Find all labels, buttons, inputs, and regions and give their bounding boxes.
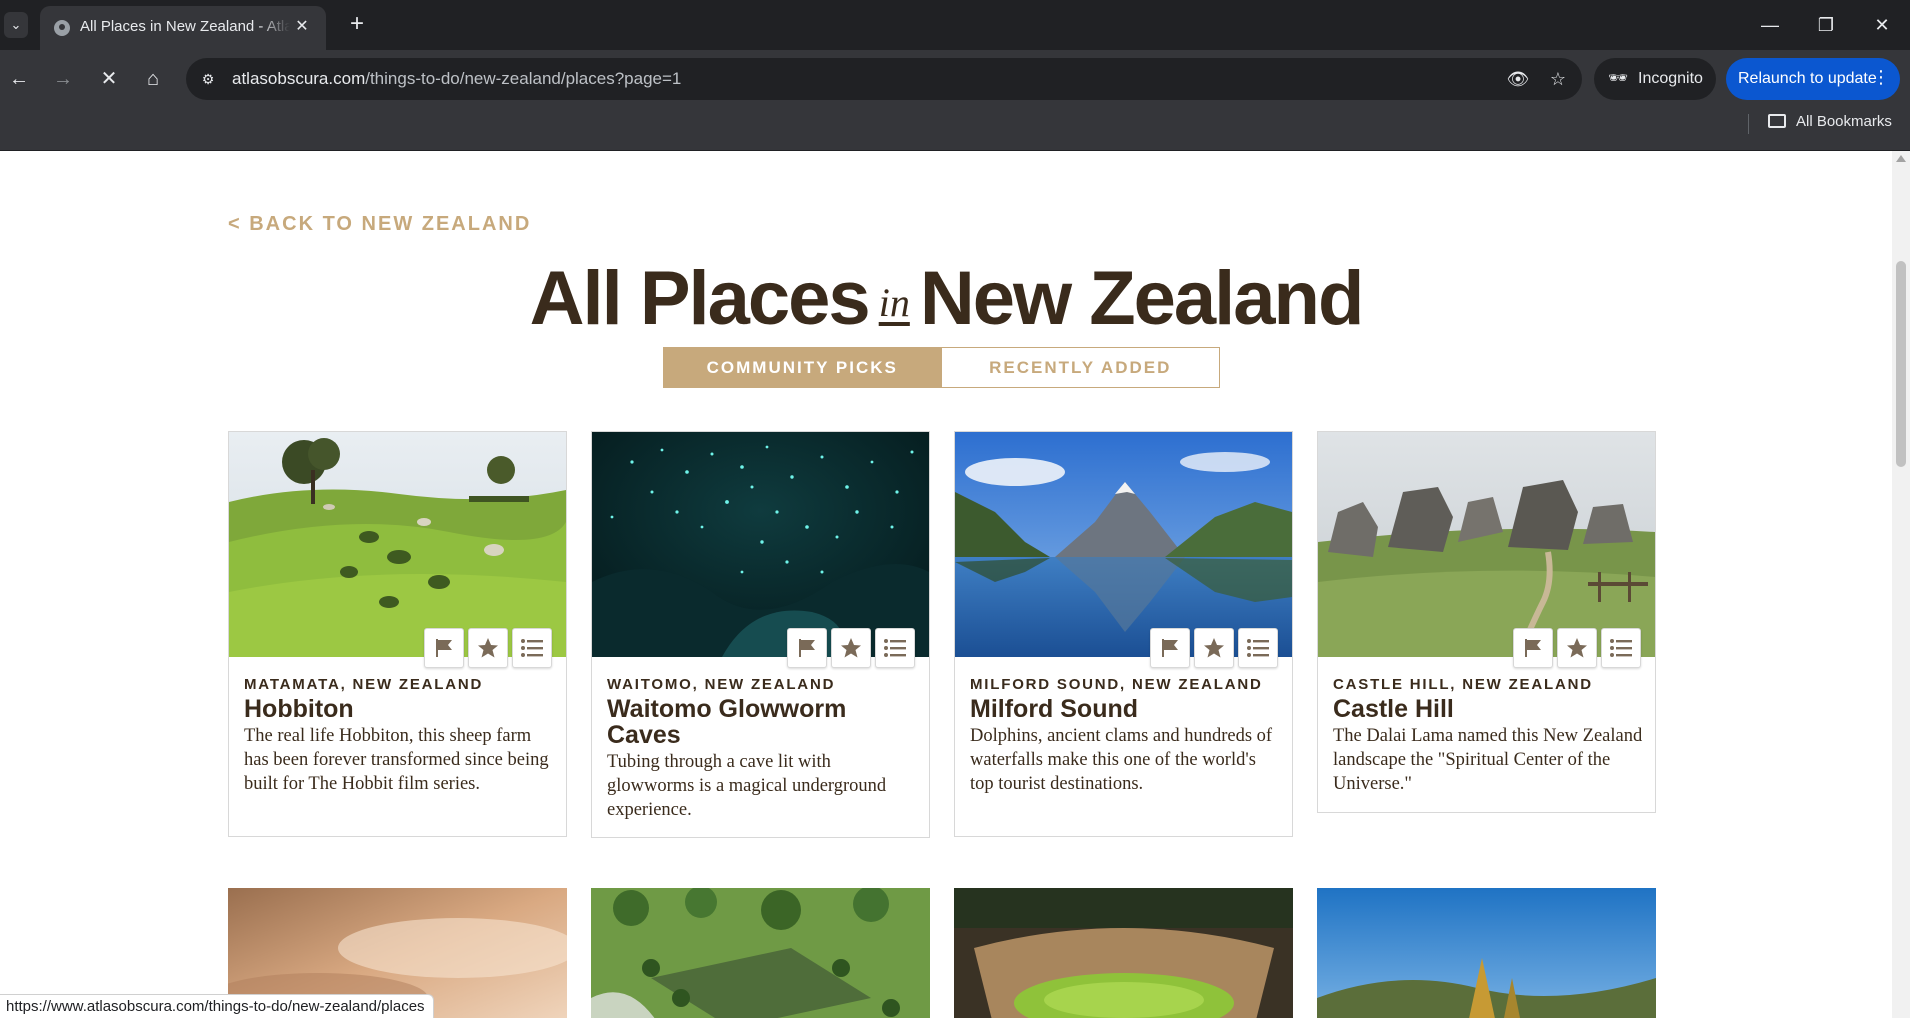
browser-tab[interactable]: All Places in New Zealand - Atlas Obscur…	[40, 6, 326, 50]
folder-icon	[1768, 114, 1786, 128]
title-part-1: All Places	[529, 256, 871, 341]
incognito-label: Incognito	[1638, 70, 1703, 87]
list-icon[interactable]	[1601, 628, 1641, 668]
tab-search-chevron-icon[interactable]: ⌄	[4, 12, 28, 38]
list-icon[interactable]	[1238, 628, 1278, 668]
place-description: Dolphins, ancient clams and hundreds of …	[970, 726, 1273, 794]
relaunch-to-update-button[interactable]: Relaunch to update ⋮	[1726, 58, 1900, 100]
place-image-hobbiton[interactable]	[229, 432, 566, 657]
relaunch-label: Relaunch to update	[1738, 70, 1877, 87]
favicon-icon	[54, 20, 70, 36]
flag-icon[interactable]	[787, 628, 827, 668]
list-icon[interactable]	[875, 628, 915, 668]
url-text[interactable]: atlasobscura.com/things-to-do/new-zealan…	[232, 69, 681, 89]
place-card-image-row2-4[interactable]	[1317, 888, 1656, 1018]
place-card-image-row2-3[interactable]	[954, 888, 1293, 1018]
place-image-castle-hill[interactable]	[1318, 432, 1655, 657]
flag-icon[interactable]	[1150, 628, 1190, 668]
place-location: CASTLE HILL, NEW ZEALAND	[1333, 676, 1593, 693]
bookmarks-divider	[1748, 114, 1749, 134]
bookmarks-bar: All Bookmarks	[0, 108, 1910, 151]
back-to-new-zealand-link[interactable]: < BACK TO NEW ZEALAND	[228, 213, 531, 236]
scroll-up-icon[interactable]	[1896, 155, 1906, 162]
flag-icon[interactable]	[1513, 628, 1553, 668]
place-name[interactable]: Milford Sound	[970, 696, 1280, 722]
stop-loading-icon[interactable]: ✕	[94, 64, 124, 94]
place-description: The Dalai Lama named this New Zealand la…	[1333, 726, 1643, 794]
incognito-indicator[interactable]: 🕶 Incognito	[1594, 58, 1716, 100]
card-actions	[424, 628, 552, 668]
star-icon[interactable]	[1194, 628, 1234, 668]
window-close-icon[interactable]: ✕	[1862, 10, 1902, 40]
star-icon[interactable]	[831, 628, 871, 668]
place-card-hobbiton[interactable]: MATAMATA, NEW ZEALAND Hobbiton The real …	[228, 431, 567, 837]
page-title: All Places in New Zealand	[0, 255, 1892, 342]
place-card-castle-hill[interactable]: CASTLE HILL, NEW ZEALAND Castle Hill The…	[1317, 431, 1656, 813]
eye-slash-icon[interactable]: 👁	[1506, 67, 1530, 91]
incognito-icon: 🕶	[1608, 70, 1629, 87]
url-host: atlasobscura.com	[232, 69, 366, 88]
place-image-waitomo[interactable]	[592, 432, 929, 657]
place-location: MATAMATA, NEW ZEALAND	[244, 676, 484, 693]
star-icon[interactable]	[468, 628, 508, 668]
browser-toolbar: ← → ✕ ⌂ ⚙ atlasobscura.com/things-to-do/…	[0, 50, 1910, 108]
tab-recently-added[interactable]: RECENTLY ADDED	[941, 347, 1220, 388]
tab-community-picks[interactable]: COMMUNITY PICKS	[663, 347, 942, 388]
tab-close-icon[interactable]: ✕	[292, 17, 312, 37]
new-tab-plus-icon[interactable]: +	[344, 12, 370, 38]
place-location: WAITOMO, NEW ZEALAND	[607, 676, 836, 693]
card-actions	[787, 628, 915, 668]
all-bookmarks-label: All Bookmarks	[1796, 113, 1892, 130]
place-image-milford-sound[interactable]	[955, 432, 1292, 657]
browser-tab-bar: ⌄ All Places in New Zealand - Atlas Obsc…	[0, 0, 1910, 50]
place-card-milford-sound[interactable]: MILFORD SOUND, NEW ZEALAND Milford Sound…	[954, 431, 1293, 837]
title-part-2: New Zealand	[919, 256, 1365, 341]
place-description: The real life Hobbiton, this sheep farm …	[244, 726, 549, 794]
card-actions	[1150, 628, 1278, 668]
flag-icon[interactable]	[424, 628, 464, 668]
place-name[interactable]: Hobbiton	[244, 696, 554, 722]
more-menu-icon[interactable]: ⋮	[1872, 67, 1890, 88]
back-arrow-icon[interactable]: ←	[4, 64, 34, 94]
status-bar-url: https://www.atlasobscura.com/things-to-d…	[0, 994, 434, 1018]
minimize-icon[interactable]: —	[1750, 10, 1790, 40]
page-viewport: < BACK TO NEW ZEALAND All Places in New Ze…	[0, 151, 1892, 1018]
list-icon[interactable]	[512, 628, 552, 668]
restore-icon[interactable]: ❐	[1806, 10, 1846, 40]
place-card-waitomo-glowworm-caves[interactable]: WAITOMO, NEW ZEALAND Waitomo Glowworm Ca…	[591, 431, 930, 838]
place-name[interactable]: Waitomo Glowworm Caves	[607, 696, 917, 748]
card-actions	[1513, 628, 1641, 668]
place-location: MILFORD SOUND, NEW ZEALAND	[970, 676, 1263, 693]
site-info-icon[interactable]: ⚙	[198, 69, 218, 89]
all-bookmarks-button[interactable]: All Bookmarks	[1768, 113, 1892, 137]
address-bar[interactable]: ⚙ atlasobscura.com/things-to-do/new-zeal…	[186, 58, 1582, 100]
scrollbar-thumb[interactable]	[1896, 261, 1906, 467]
title-in: in	[878, 280, 910, 325]
home-icon[interactable]: ⌂	[138, 64, 168, 94]
forward-arrow-icon[interactable]: →	[48, 64, 78, 94]
url-path: /things-to-do/new-zealand/places?page=1	[365, 69, 682, 88]
place-card-image-row2-2[interactable]	[591, 888, 930, 1018]
star-icon[interactable]	[1557, 628, 1597, 668]
sort-tabs: COMMUNITY PICKS RECENTLY ADDED	[663, 347, 1220, 388]
page-scrollbar[interactable]	[1892, 151, 1910, 1018]
place-description: Tubing through a cave lit with glowworms…	[607, 752, 887, 820]
place-name[interactable]: Castle Hill	[1333, 696, 1643, 722]
tab-title: All Places in New Zealand - Atlas Obscur…	[80, 18, 290, 35]
bookmark-star-icon[interactable]: ☆	[1546, 67, 1570, 91]
